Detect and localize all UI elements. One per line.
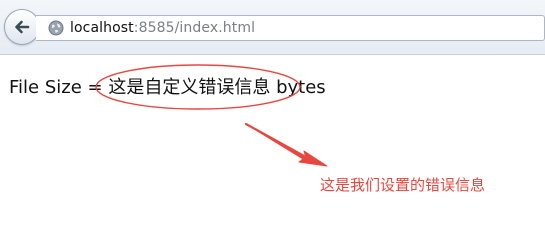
file-size-line: File Size = 这是自定义错误信息 bytes <box>9 76 326 100</box>
browser-toolbar: localhost:8585/index.html <box>0 0 545 55</box>
globe-icon <box>48 20 64 36</box>
url-path: :8585/index.html <box>133 20 256 36</box>
address-bar[interactable]: localhost:8585/index.html <box>36 15 545 41</box>
annotation-text: 这是我们设置的错误信息 <box>320 176 486 194</box>
url-text: localhost:8585/index.html <box>70 20 255 36</box>
error-message: 这是自定义错误信息 <box>108 77 271 98</box>
equals-sign: = <box>87 77 103 98</box>
back-button[interactable] <box>4 9 40 45</box>
file-size-label: File Size <box>9 77 82 98</box>
annotation-arrow <box>244 122 328 167</box>
unit-label: bytes <box>276 77 326 98</box>
url-host: localhost <box>70 20 134 36</box>
back-arrow-icon <box>13 18 31 36</box>
